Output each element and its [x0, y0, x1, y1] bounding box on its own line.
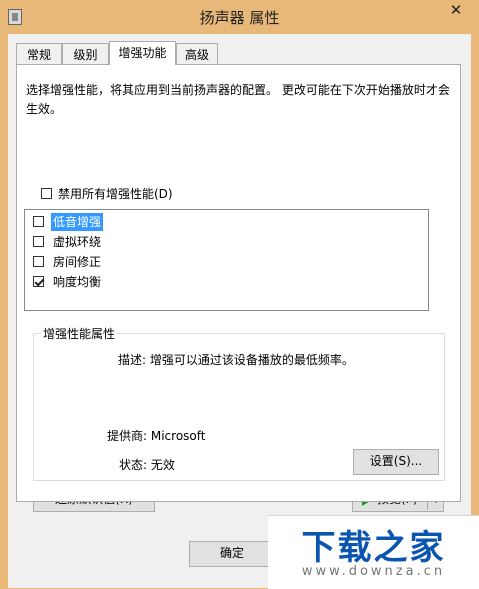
- bass-boost-label[interactable]: 低音增强: [51, 213, 104, 231]
- watermark-url: www.downza.cn: [301, 564, 446, 579]
- virtual-surround-checkbox[interactable]: [33, 236, 44, 247]
- properties-group: 增强性能属性 描述: 增强可以通过该设备播放的最低频率。 提供商: Micros…: [33, 325, 445, 481]
- tab-enhancements[interactable]: 增强功能: [109, 41, 176, 65]
- property-status: 状态: 无效: [119, 458, 175, 472]
- virtual-surround-label[interactable]: 虚拟环绕: [51, 233, 103, 251]
- title-bar[interactable]: 扬声器 属性 ✕: [0, 0, 479, 34]
- loudness-equalization-checkbox[interactable]: [33, 276, 44, 287]
- property-provider: 提供商: Microsoft: [107, 429, 206, 443]
- tab-advanced[interactable]: 高级: [176, 43, 218, 65]
- room-correction-label[interactable]: 房间修正: [51, 253, 103, 271]
- close-button[interactable]: ✕: [433, 0, 479, 21]
- ok-button[interactable]: 确定: [189, 541, 275, 567]
- enhancements-description: 选择增强性能，将其应用到当前扬声器的配置。 更改可能在下次开始播放时才会生效。: [26, 83, 450, 116]
- watermark-overlay: 下载之家 www.downza.cn: [268, 515, 479, 589]
- list-item-loudness-equalization[interactable]: 响度均衡: [25, 272, 425, 292]
- properties-group-title: 增强性能属性: [41, 325, 118, 342]
- bass-boost-checkbox[interactable]: [33, 216, 44, 227]
- watermark-logo-text: 下载之家: [301, 528, 446, 568]
- disable-all-checkbox[interactable]: [41, 188, 52, 199]
- dialog-window: 扬声器 属性 ✕ 常规 级别 增强功能 高级 选择增强性能，将其应用到当前扬声器…: [0, 0, 479, 589]
- room-correction-checkbox[interactable]: [33, 256, 44, 267]
- property-description: 描述: 增强可以通过该设备播放的最低频率。: [118, 353, 354, 367]
- tab-general[interactable]: 常规: [16, 43, 62, 65]
- enhancements-panel: 选择增强性能，将其应用到当前扬声器的配置。 更改可能在下次开始播放时才会生效。 …: [16, 64, 461, 502]
- enhancements-list[interactable]: 低音增强 虚拟环绕 房间修正 响度均衡: [24, 209, 429, 311]
- loudness-equalization-label[interactable]: 响度均衡: [51, 273, 103, 291]
- list-item-room-correction[interactable]: 房间修正: [25, 252, 425, 272]
- list-item-bass-boost[interactable]: 低音增强: [25, 212, 425, 232]
- dialog-client-area: 常规 级别 增强功能 高级 选择增强性能，将其应用到当前扬声器的配置。 更改可能…: [8, 34, 471, 588]
- tab-levels[interactable]: 级别: [62, 43, 109, 65]
- list-item-virtual-surround[interactable]: 虚拟环绕: [25, 232, 425, 252]
- settings-button[interactable]: 设置(S)...: [353, 449, 439, 475]
- disable-all-label[interactable]: 禁用所有增强性能(D): [58, 185, 173, 202]
- window-title: 扬声器 属性: [199, 9, 280, 27]
